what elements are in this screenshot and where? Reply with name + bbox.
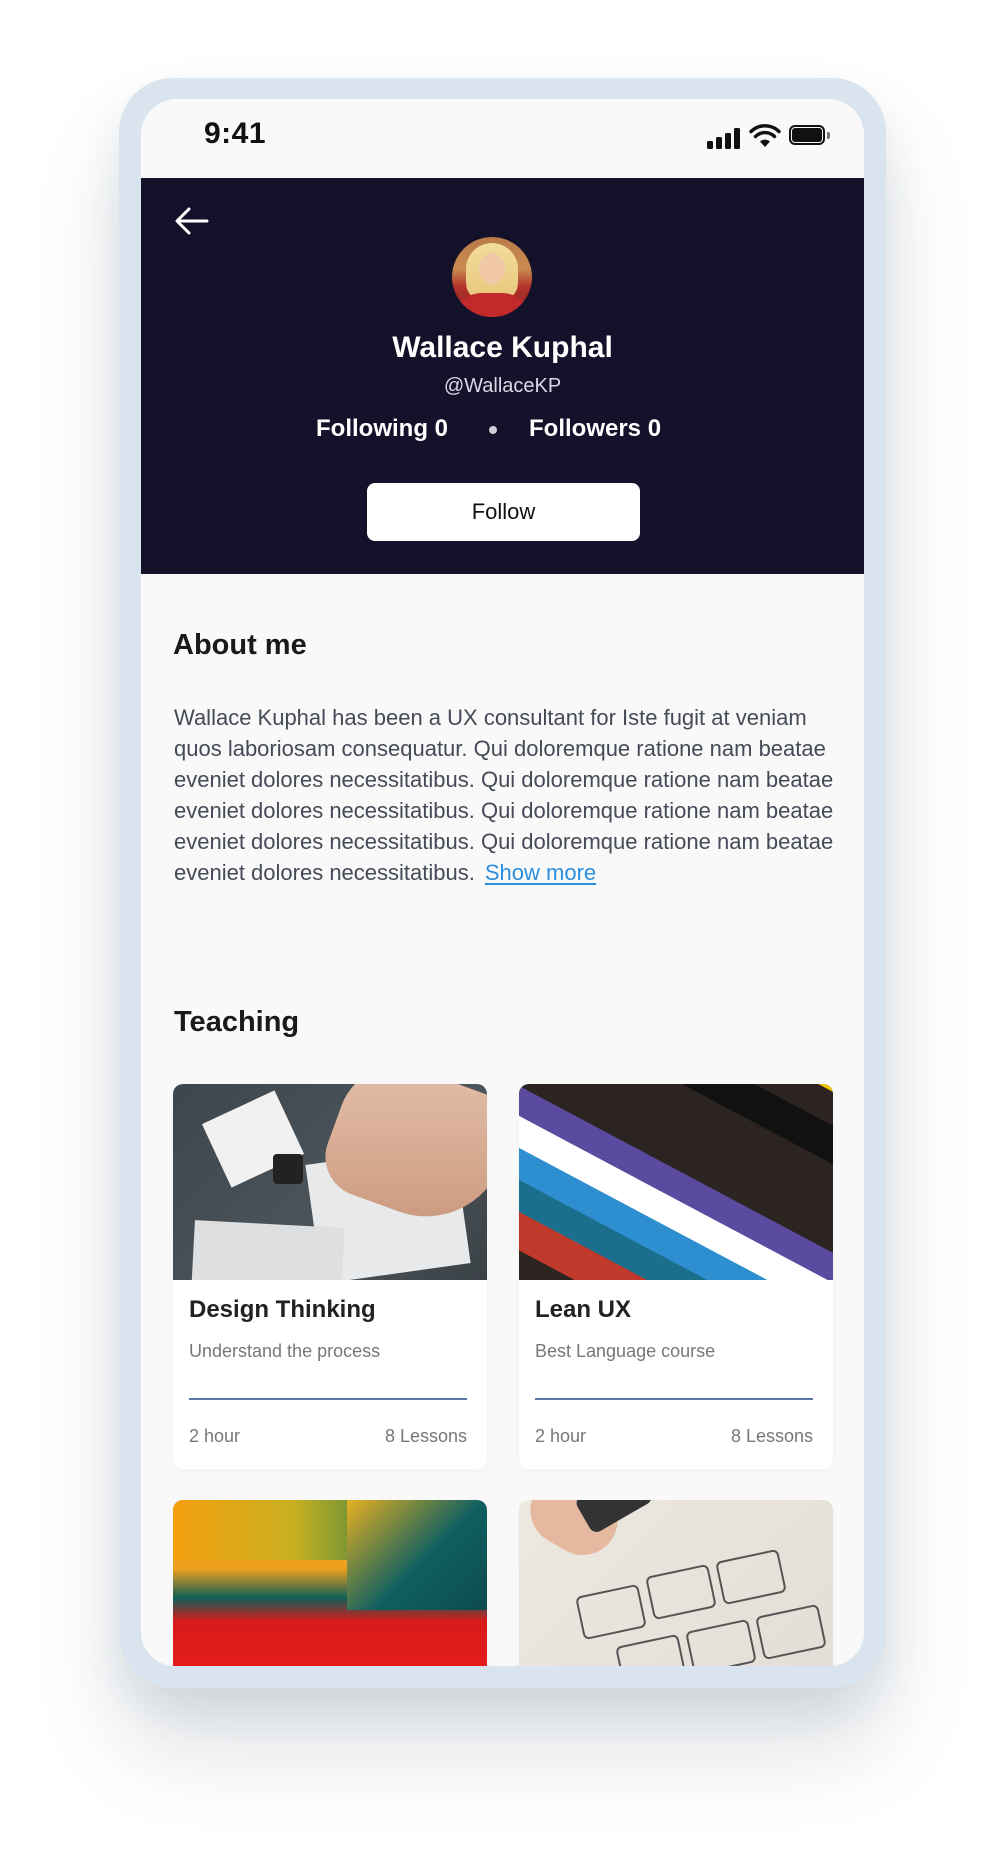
profile-name: Wallace Kuphal bbox=[392, 331, 613, 364]
course-card-painting[interactable] bbox=[173, 1500, 487, 1666]
course-subtitle: Best Language course bbox=[535, 1341, 716, 1361]
battery-icon bbox=[789, 125, 831, 147]
divider bbox=[535, 1398, 813, 1400]
course-card-design-thinking[interactable]: Design Thinking Understand the process 2… bbox=[173, 1084, 487, 1469]
about-description: Wallace Kuphal has been a UX consultant … bbox=[174, 705, 834, 885]
avatar bbox=[452, 237, 532, 317]
course-card-wireframes[interactable] bbox=[519, 1500, 833, 1666]
arrow-left-icon[interactable] bbox=[175, 206, 209, 236]
course-title: Design Thinking bbox=[189, 1296, 376, 1323]
follow-button[interactable]: Follow bbox=[367, 483, 640, 541]
show-more-link[interactable]: Show more bbox=[485, 860, 596, 885]
profile-handle: @WallaceKP bbox=[443, 375, 562, 397]
course-image bbox=[173, 1084, 487, 1280]
course-image bbox=[519, 1084, 833, 1280]
course-lessons: 8 Lessons bbox=[730, 1426, 813, 1446]
course-image bbox=[173, 1500, 487, 1666]
separator-dot bbox=[489, 426, 497, 434]
followers-count[interactable]: Followers 0 bbox=[529, 415, 661, 443]
phone-screen: 9:41 Wallace Kuphal @WallaceKP Following… bbox=[141, 99, 864, 1666]
course-duration: 2 hour bbox=[535, 1426, 587, 1446]
profile-header: Wallace Kuphal @WallaceKP Following 0 Fo… bbox=[141, 178, 864, 574]
course-card-lean-ux[interactable]: Lean UX Best Language course 2 hour 8 Le… bbox=[519, 1084, 833, 1469]
about-heading: About me bbox=[173, 629, 307, 661]
status-time: 9:41 bbox=[204, 117, 267, 150]
course-lessons: 8 Lessons bbox=[384, 1426, 467, 1446]
course-duration: 2 hour bbox=[189, 1426, 241, 1446]
status-bar: 9:41 bbox=[141, 99, 864, 178]
wifi-icon bbox=[749, 124, 781, 147]
following-count[interactable]: Following 0 bbox=[316, 415, 448, 443]
phone-frame: 9:41 Wallace Kuphal @WallaceKP Following… bbox=[119, 78, 886, 1688]
about-text-block: Wallace Kuphal has been a UX consultant … bbox=[174, 702, 844, 888]
course-image bbox=[519, 1500, 833, 1666]
divider bbox=[189, 1398, 467, 1400]
cellular-signal-icon bbox=[707, 127, 743, 149]
course-subtitle: Understand the process bbox=[189, 1341, 381, 1361]
course-title: Lean UX bbox=[535, 1296, 632, 1323]
teaching-heading: Teaching bbox=[174, 1006, 300, 1038]
